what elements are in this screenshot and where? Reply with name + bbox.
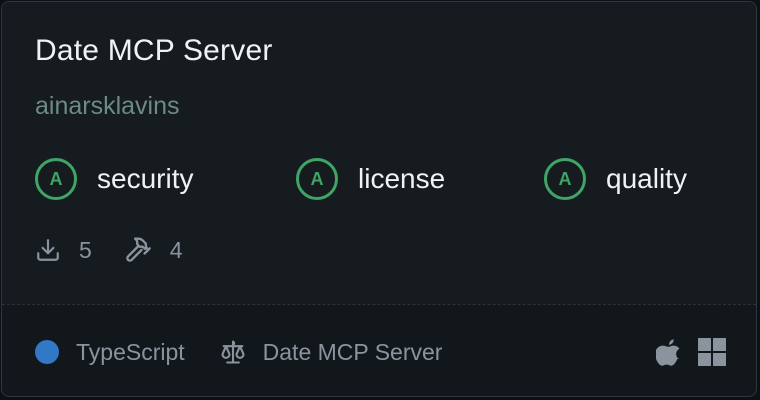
stats-row: 5 4	[35, 232, 215, 268]
language-label: TypeScript	[76, 338, 185, 365]
windows-icon	[698, 338, 726, 366]
grade-quality-badge: A	[544, 158, 586, 200]
grade-license[interactable]: A license	[296, 155, 445, 203]
platforms	[656, 337, 726, 367]
server-author[interactable]: ainarsklavins	[35, 92, 180, 121]
scale-icon	[221, 340, 245, 364]
grade-security-label: security	[97, 163, 194, 194]
tools-stat: 4	[124, 236, 183, 264]
server-card[interactable]: Date MCP Server ainarsklavins A security…	[1, 1, 757, 397]
downloads-count: 5	[79, 236, 92, 263]
card-divider	[2, 304, 756, 305]
grade-security[interactable]: A security	[35, 155, 193, 203]
grade-license-badge: A	[296, 158, 338, 200]
license-label: Date MCP Server	[262, 338, 443, 365]
grade-quality-label: quality	[606, 163, 687, 194]
grade-quality[interactable]: A quality	[544, 155, 687, 203]
grade-security-badge: A	[35, 158, 77, 200]
hammer-icon	[126, 237, 151, 262]
card-body: Date MCP Server ainarsklavins A security…	[2, 2, 756, 304]
card-footer: TypeScript Date MCP Server	[35, 332, 726, 372]
grades-row: A security A license A quality	[35, 155, 726, 205]
download-icon	[37, 239, 59, 261]
grade-license-label: license	[358, 163, 446, 194]
tools-count: 4	[169, 236, 183, 263]
apple-icon	[656, 339, 680, 366]
language-color-dot	[35, 340, 59, 364]
downloads-stat: 5	[35, 237, 92, 264]
server-title[interactable]: Date MCP Server	[35, 34, 273, 68]
